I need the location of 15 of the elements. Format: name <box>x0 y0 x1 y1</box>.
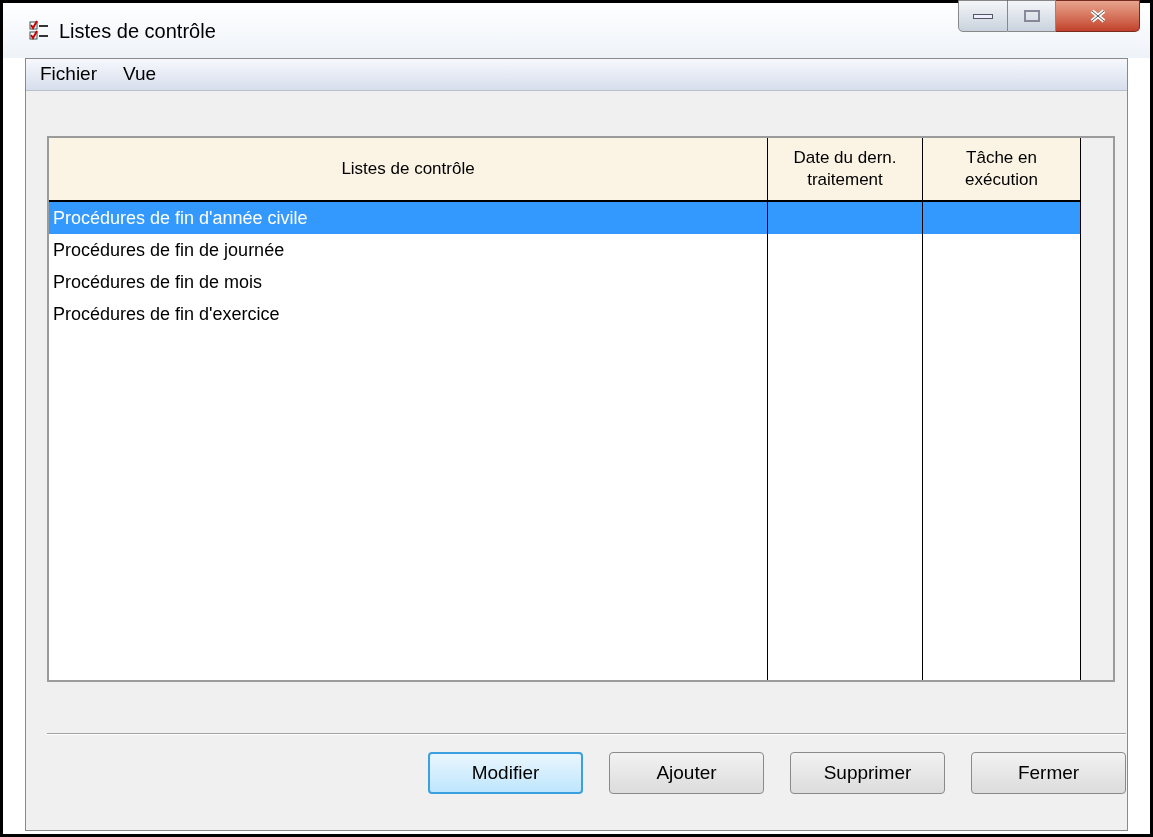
close-icon <box>1088 9 1107 23</box>
maximize-button[interactable] <box>1008 0 1056 32</box>
dialog-button[interactable]: Fermer <box>971 752 1126 794</box>
column-header[interactable]: Date du dern. traitement <box>768 138 922 202</box>
dialog-button[interactable]: Modifier <box>428 752 583 794</box>
column-header[interactable]: Tâche en exécution <box>923 138 1080 202</box>
menu-item[interactable]: Vue <box>123 60 157 89</box>
column-header[interactable]: Listes de contrôle <box>49 138 767 202</box>
minimize-button[interactable] <box>958 0 1008 32</box>
window-title: Listes de contrôle <box>59 18 216 44</box>
menu-item[interactable]: Fichier <box>40 60 97 89</box>
checklist-icon <box>29 19 49 42</box>
close-button[interactable] <box>1056 0 1140 32</box>
dialog-button[interactable]: Ajouter <box>609 752 764 794</box>
dialog-button[interactable]: Supprimer <box>790 752 945 794</box>
